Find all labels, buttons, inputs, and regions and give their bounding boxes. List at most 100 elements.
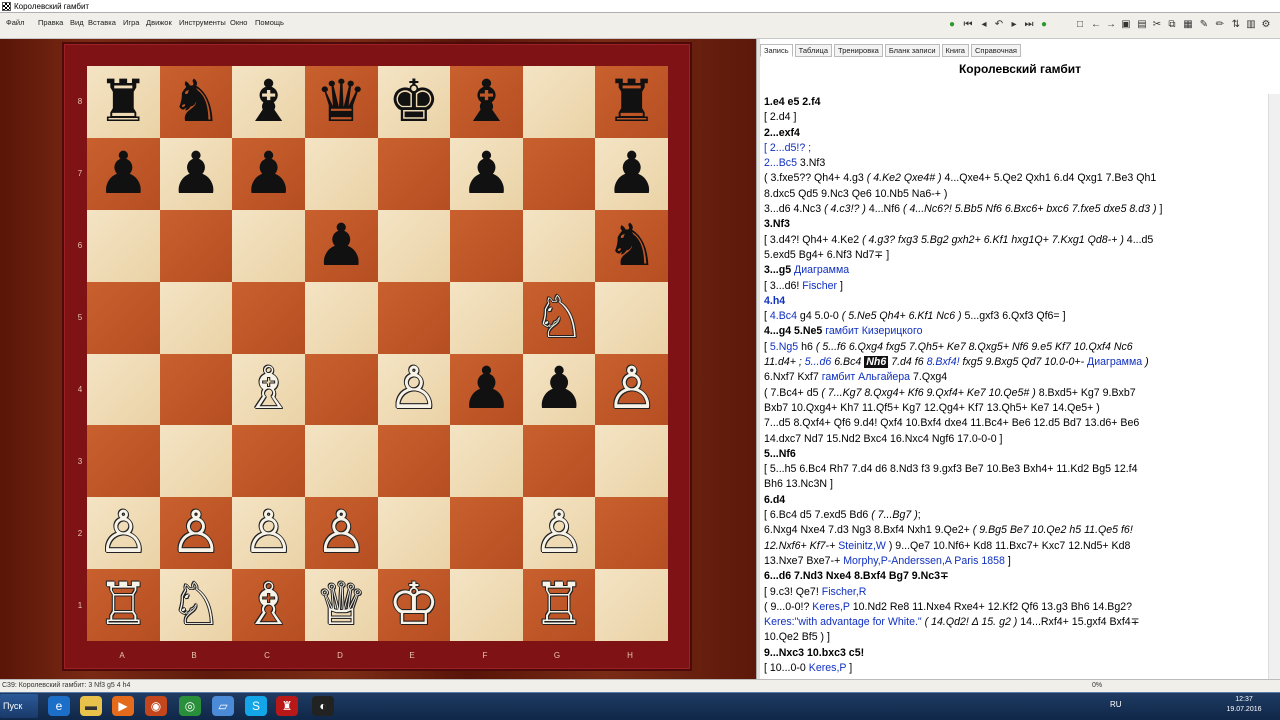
notation-line[interactable]: [ 10...0-0 Keres,P ] [764, 661, 1264, 676]
notation-scrollbar[interactable] [1268, 94, 1280, 679]
ie-icon[interactable]: e [48, 696, 70, 716]
notation-line[interactable]: 7...d5 8.Qxf4+ Qf6 9.d4! Qxf4 10.Bxf4 dx… [764, 416, 1264, 431]
piece-h8[interactable]: ♜ [606, 72, 658, 131]
notation-line[interactable]: 6.Nxg4 Nxe4 7.d3 Ng3 8.Bxf4 Nxh1 9.Qe2+ … [764, 523, 1264, 538]
back-icon[interactable]: ← [1090, 19, 1102, 31]
print-icon[interactable]: ▤ [1136, 19, 1148, 31]
notation-line[interactable]: 4.h4 [764, 294, 1264, 309]
square-e6[interactable] [377, 209, 451, 282]
square-f5[interactable] [450, 281, 523, 354]
chess-board[interactable]: ♜ ♞ ♝ ♛ ♚ ♝ ♜ ♟ ♟ ♟ ♟ ♟ ♟ ♞ ♘ ♗ ♙ ♟ ♟ ♙ ♙ ♙ ♙ ♙ ♙ ♖ ♘ ♗ ♕ ♔ ♖ [87, 66, 668, 641]
square-d1[interactable]: ♕ [304, 569, 378, 641]
tab-record[interactable]: Запись [760, 44, 793, 57]
square-c5[interactable] [232, 281, 305, 354]
pen-icon[interactable]: ✎ [1198, 19, 1210, 31]
menu-help[interactable]: Помощь [255, 18, 284, 27]
square-e5[interactable] [377, 281, 451, 354]
square-b1[interactable]: ♘ [159, 569, 233, 641]
language-indicator[interactable]: RU [1110, 700, 1122, 709]
notation-line[interactable]: 3...g5 Диаграмма [764, 263, 1264, 278]
piece-b8[interactable]: ♞ [170, 72, 222, 131]
piece-c2[interactable]: ♙ [243, 504, 295, 562]
notation-line[interactable]: 3...d6 4.Nc3 ( 4.c3!? ) 4...Nf6 ( 4...Nc… [764, 202, 1264, 217]
piece-c1[interactable]: ♗ [243, 576, 295, 634]
square-b8[interactable]: ♞ [159, 66, 233, 138]
board-settings-icon[interactable]: ▥ [1245, 19, 1257, 31]
notation-line[interactable]: 9...Nxc3 10.bxc3 c5! [764, 646, 1264, 661]
square-f8[interactable]: ♝ [450, 66, 523, 138]
square-g3[interactable] [522, 425, 596, 498]
square-h4[interactable]: ♙ [595, 353, 668, 426]
square-f6[interactable] [450, 209, 523, 282]
square-e4[interactable]: ♙ [377, 353, 451, 426]
square-b4[interactable] [159, 353, 233, 426]
notation-line[interactable]: 8.dxc5 Qd5 9.Nc3 Qe6 10.Nb5 Na6-+ ) [764, 187, 1264, 202]
piece-g2[interactable]: ♙ [533, 504, 585, 562]
square-e3[interactable] [377, 425, 451, 498]
piece-d2[interactable]: ♙ [315, 504, 367, 562]
piece-e4[interactable]: ♙ [388, 360, 440, 418]
notation-line[interactable]: ( 7.Bc4+ d5 ( 7...Kg7 8.Qxg4+ Kf6 9.Qxf4… [764, 386, 1264, 401]
square-g7[interactable] [522, 137, 596, 210]
square-a7[interactable]: ♟ [87, 137, 160, 210]
notation-line[interactable]: [ 3...d6! Fischer ] [764, 279, 1264, 294]
system-clock[interactable]: 12:37 19.07.2016 [1222, 695, 1266, 715]
tab-training[interactable]: Тренировка [834, 44, 883, 57]
piece-h4[interactable]: ♙ [606, 360, 658, 418]
square-a1[interactable]: ♖ [87, 569, 160, 641]
menu-tools[interactable]: Инструменты [179, 18, 226, 27]
menu-window[interactable]: Окно [230, 18, 247, 27]
square-a2[interactable]: ♙ [87, 497, 160, 570]
eraser-icon[interactable]: ✏ [1214, 19, 1226, 31]
square-h1[interactable] [595, 569, 668, 641]
piece-a2[interactable]: ♙ [97, 504, 149, 562]
square-b5[interactable] [159, 281, 233, 354]
menu-insert[interactable]: Вставка [88, 18, 116, 27]
next-move-icon[interactable]: ▸ [1008, 19, 1020, 31]
piece-b7[interactable]: ♟ [170, 144, 222, 203]
square-b2[interactable]: ♙ [159, 497, 233, 570]
engine-icon[interactable]: ⚙ [1260, 19, 1272, 31]
piece-f8[interactable]: ♝ [460, 72, 512, 131]
square-f1[interactable] [450, 569, 523, 641]
go-icon[interactable]: ● [1038, 19, 1050, 31]
piece-f7[interactable]: ♟ [460, 144, 512, 203]
square-d2[interactable]: ♙ [304, 497, 378, 570]
piece-d6[interactable]: ♟ [315, 216, 367, 275]
undo-icon[interactable]: ↶ [993, 19, 1005, 31]
piece-e8[interactable]: ♚ [388, 72, 440, 131]
notation-line[interactable]: [ 3.d4?! Qh4+ 4.Ke2 ( 4.g3? fxg3 5.Bg2 g… [764, 233, 1264, 248]
square-d7[interactable] [304, 137, 378, 210]
notation-line[interactable]: 1.e4 e5 2.f4 [764, 95, 1264, 110]
square-a8[interactable]: ♜ [87, 66, 160, 138]
square-g6[interactable] [522, 209, 596, 282]
notation-line[interactable]: 2...Bc5 3.Nf3 [764, 156, 1264, 171]
first-move-icon[interactable]: ⏮ [962, 19, 974, 31]
piece-a8[interactable]: ♜ [97, 72, 149, 131]
notation-line[interactable]: [ 2...d5!? ; [764, 141, 1264, 156]
square-a3[interactable] [87, 425, 160, 498]
notation-line[interactable]: Bxb7 10.Qxg4+ Kh7 11.Qf5+ Kg7 12.Qg4+ Kf… [764, 401, 1264, 416]
square-b6[interactable] [159, 209, 233, 282]
notation-line[interactable]: [ 2.d4 ] [764, 110, 1264, 125]
square-g2[interactable]: ♙ [522, 497, 596, 570]
notation-line[interactable]: 13.Nxe7 Bxe7-+ Morphy,P-Anderssen,A Pari… [764, 554, 1264, 569]
notation-line[interactable]: [ 4.Bc4 g4 5.0-0 ( 5.Ne5 Qh4+ 6.Kf1 Nc6 … [764, 309, 1264, 324]
obs-icon[interactable]: ◐ [312, 696, 334, 716]
notation-line[interactable]: [ 6.Bc4 d5 7.exd5 Bd6 ( 7...Bg7 ); [764, 508, 1264, 523]
square-c8[interactable]: ♝ [232, 66, 305, 138]
save-icon[interactable]: ▣ [1120, 19, 1132, 31]
square-e7[interactable] [377, 137, 451, 210]
tab-reference[interactable]: Справочная [970, 44, 1021, 57]
piece-a7[interactable]: ♟ [97, 144, 149, 203]
square-d5[interactable] [304, 281, 378, 354]
notation-line[interactable]: 4...g4 5.Ne5 гамбит Кизерицкого [764, 324, 1264, 339]
chrome-icon[interactable]: ◎ [179, 696, 201, 716]
flip-board-icon[interactable]: ⇅ [1230, 19, 1242, 31]
square-d4[interactable] [304, 353, 378, 426]
notation-line[interactable]: 12.Nxf6+ Kf7-+ Steinitz,W ) 9...Qe7 10.N… [764, 539, 1264, 554]
square-h5[interactable] [595, 281, 668, 354]
notation-line[interactable]: Keres:"with advantage for White." ( 14.Q… [764, 615, 1264, 630]
notation-line[interactable]: 6.Nxf7 Kxf7 гамбит Альгайера 7.Qxg4 [764, 370, 1264, 385]
notation-line[interactable]: ( 3.fxe5?? Qh4+ 4.g3 ( 4.Ke2 Qxe4# ) 4..… [764, 171, 1264, 186]
